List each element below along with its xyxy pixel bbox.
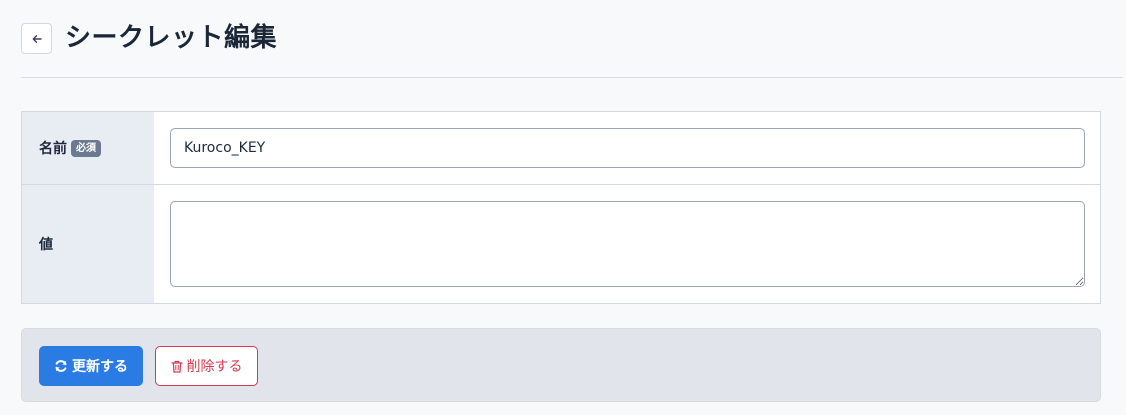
delete-button-label: 削除する [186, 359, 243, 375]
form-label-cell: 名前 必須 [22, 112, 154, 184]
delete-button[interactable]: 削除する [155, 346, 258, 386]
form-row-value: 値 [22, 185, 1100, 303]
page-title: シークレット編集 [65, 23, 278, 53]
page-header: シークレット編集 [0, 0, 1126, 79]
header-divider [21, 77, 1123, 78]
back-button[interactable] [21, 23, 52, 54]
refresh-icon [54, 359, 68, 373]
update-button-label: 更新する [72, 359, 128, 375]
value-label: 値 [39, 237, 53, 253]
action-bar: 更新する 削除する [21, 328, 1101, 402]
secret-form: 名前 必須 値 [21, 111, 1101, 304]
required-badge: 必須 [71, 139, 101, 157]
name-input[interactable] [170, 128, 1085, 168]
trash-icon [170, 360, 183, 373]
arrow-left-icon [31, 33, 43, 45]
form-row-name: 名前 必須 [22, 112, 1100, 185]
name-label: 名前 [39, 141, 67, 157]
form-label-cell: 値 [22, 185, 154, 303]
update-button[interactable]: 更新する [39, 346, 143, 386]
value-textarea[interactable] [170, 201, 1085, 287]
